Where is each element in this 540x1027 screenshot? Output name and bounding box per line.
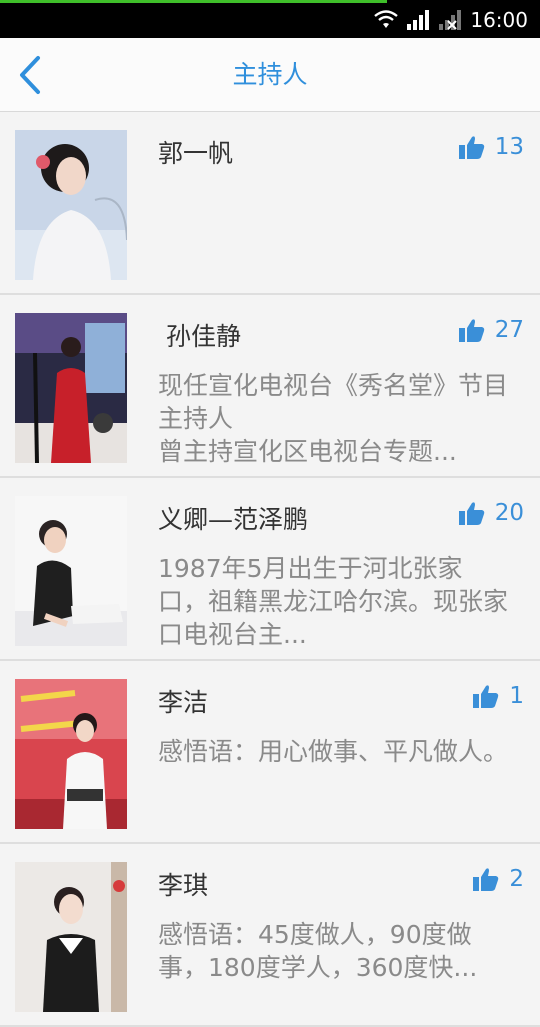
list-item[interactable]: 郭一帆 13	[0, 112, 540, 295]
host-name: 郭一帆	[158, 139, 234, 168]
like-button[interactable]: 20	[458, 500, 524, 526]
host-photo	[15, 679, 127, 829]
thumbs-up-icon	[458, 136, 484, 159]
host-photo	[15, 313, 127, 463]
like-count: 1	[509, 683, 524, 709]
like-button[interactable]: 13	[458, 134, 524, 160]
like-button[interactable]: 27	[458, 317, 524, 343]
host-name: 孙佳静	[158, 322, 241, 351]
clock: 16:00	[470, 8, 528, 32]
host-photo	[15, 496, 127, 646]
list-item[interactable]: 义卿—范泽鹏 20 1987年5月出生于河北张家口，祖籍黑龙江哈尔滨。现张家口电…	[0, 478, 540, 661]
like-count: 13	[494, 134, 524, 160]
host-description: 感悟语：用心做事、平凡做人。	[158, 737, 508, 766]
host-description: 1987年5月出生于河北张家口，祖籍黑龙江哈尔滨。现张家口电视台主...	[158, 554, 508, 649]
thumbs-up-icon	[458, 502, 484, 525]
no-signal-icon	[439, 10, 462, 30]
host-name: 义卿—范泽鹏	[158, 505, 309, 534]
like-count: 20	[494, 500, 524, 526]
host-photo	[15, 862, 127, 1012]
list-item[interactable]: 李琪 2 感悟语：45度做人，90度做事，180度学人，360度快...	[0, 844, 540, 1027]
list-item[interactable]: 李洁 1 感悟语：用心做事、平凡做人。	[0, 661, 540, 844]
like-count: 2	[509, 866, 524, 892]
host-photo	[15, 130, 127, 280]
progress-line	[0, 0, 387, 3]
like-button[interactable]: 1	[473, 683, 524, 709]
nav-bar: 主持人	[0, 38, 540, 112]
signal-icon	[407, 10, 430, 30]
host-list[interactable]: 郭一帆 13 孙佳静 27 现任宣化电视台《秀名堂》节目主持人 曾主持宣化区电视…	[0, 112, 540, 1027]
host-name: 李琪	[158, 871, 209, 900]
list-item[interactable]: 孙佳静 27 现任宣化电视台《秀名堂》节目主持人 曾主持宣化区电视台专题...	[0, 295, 540, 478]
page-title: 主持人	[232, 60, 308, 89]
status-icons: 16:00	[374, 6, 528, 34]
host-description: 现任宣化电视台《秀名堂》节目主持人 曾主持宣化区电视台专题...	[158, 371, 508, 466]
thumbs-up-icon	[458, 319, 484, 342]
host-name: 李洁	[158, 688, 209, 717]
host-description: 感悟语：45度做人，90度做事，180度学人，360度快...	[158, 920, 478, 982]
like-button[interactable]: 2	[473, 866, 524, 892]
wifi-icon	[374, 10, 399, 28]
thumbs-up-icon	[473, 685, 499, 708]
like-count: 27	[494, 317, 524, 343]
status-bar: 16:00	[0, 0, 540, 38]
thumbs-up-icon	[473, 868, 499, 891]
